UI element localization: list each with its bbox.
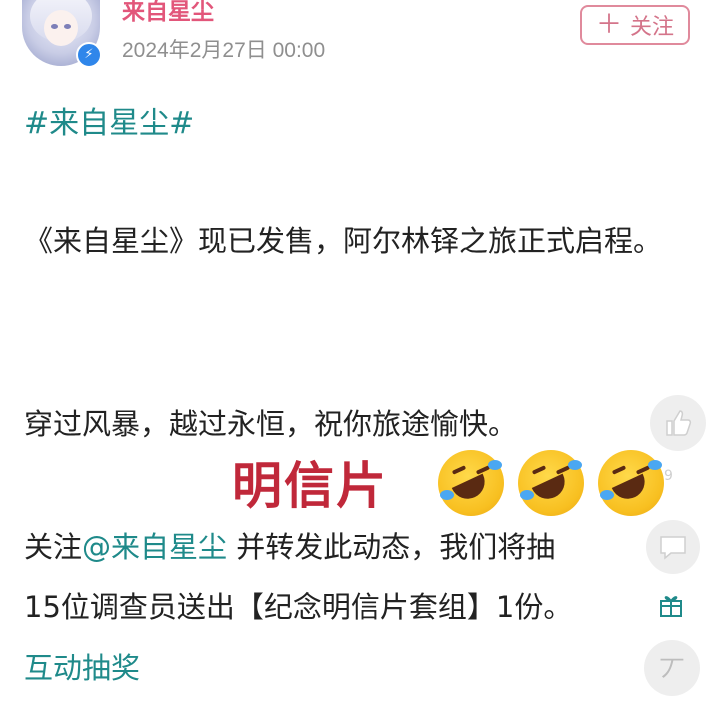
back-to-top-icon: 丆 [658, 655, 685, 686]
verified-badge-icon: ⚡ [76, 42, 102, 68]
back-to-top-button[interactable]: 丆 [644, 640, 700, 696]
post-line-4: 15位调查员送出【纪念明信片套组】1份。 [24, 590, 573, 624]
avatar-face [44, 10, 78, 46]
thumbs-up-icon [666, 410, 692, 436]
overlay-caption: 明信片 [232, 457, 388, 515]
like-count: 9 [664, 468, 673, 484]
post-timestamp: 2024年2月27日 00:00 [122, 39, 326, 62]
author-name[interactable]: 来自星尘 [122, 0, 214, 24]
interactive-lottery-link[interactable]: 互动抽奖 [24, 645, 140, 687]
gift-icon [660, 596, 682, 617]
plus-icon: ＋ [595, 10, 622, 40]
follow-label: 关注 [630, 15, 675, 40]
post-paragraph-1: 《来自星尘》现已发售，阿尔林铎之旅正式启程。 [24, 224, 663, 258]
post-paragraph-2: 穿过风暴，越过永恒，祝你旅途愉快。 [24, 407, 518, 441]
line3-suffix: 并转发此动态，我们将抽 [227, 530, 556, 564]
avatar-eye [51, 24, 58, 29]
comment-button[interactable] [646, 520, 700, 574]
avatar-eye [64, 24, 71, 29]
line3-prefix: 关注 [24, 530, 83, 564]
mention-link[interactable]: @来自星尘 [82, 530, 227, 564]
like-button[interactable] [650, 395, 706, 451]
comment-icon [660, 536, 686, 560]
rolling-laughing-emoji-icon [518, 450, 584, 516]
post-line-3: 关注@来自星尘 并转发此动态，我们将抽 [24, 524, 555, 566]
topic-hashtag[interactable]: #来自星尘# [24, 98, 194, 142]
rolling-laughing-emoji-icon [438, 450, 504, 516]
follow-button[interactable]: ＋ 关注 [580, 5, 690, 45]
rolling-laughing-emoji-icon [598, 450, 664, 516]
